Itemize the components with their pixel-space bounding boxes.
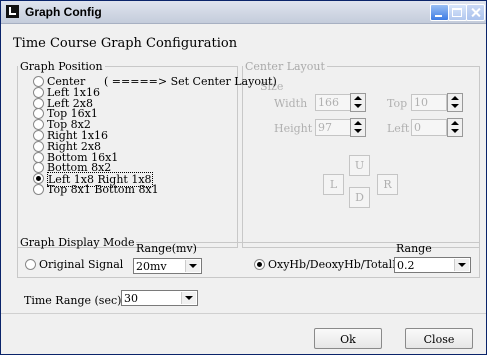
display-mode-legend: Graph Display Mode: [20, 236, 135, 249]
range-mv-select[interactable]: 20mv: [133, 258, 202, 274]
divider: [1, 313, 486, 314]
dialog-heading: Time Course Graph Configuration: [13, 36, 238, 51]
radio-circle: [33, 86, 44, 98]
radio-circle: [33, 97, 44, 109]
move-up-button[interactable]: U: [349, 155, 370, 176]
radio-circle: [33, 151, 44, 163]
width-label: Width: [274, 97, 308, 110]
range-mv-label: Range(mv): [136, 242, 197, 255]
range-label: Range: [396, 242, 432, 255]
chevron-down-icon: [185, 260, 200, 272]
time-range-value: 30: [124, 292, 138, 305]
width-input[interactable]: 166: [315, 94, 351, 111]
radio-circle: [33, 140, 44, 152]
center-layout-note: ( =====> Set Center Layout): [104, 75, 277, 88]
close-window-button[interactable]: [466, 4, 485, 21]
left-label: Left: [387, 122, 410, 135]
chevron-down-icon: [181, 292, 196, 304]
radio-label: Original Signal: [39, 258, 124, 271]
height-label: Height: [274, 122, 313, 135]
left-spinner[interactable]: [447, 118, 463, 137]
move-left-button[interactable]: L: [323, 174, 344, 195]
width-spinner[interactable]: [350, 93, 366, 112]
radio-circle: [33, 184, 44, 195]
radio-circle: [254, 259, 265, 270]
range-mv-value: 20mv: [136, 260, 167, 273]
range-select[interactable]: 0.2: [394, 257, 471, 273]
title-bar[interactable]: Graph Config: [1, 1, 486, 24]
time-range-label: Time Range (sec): [24, 294, 122, 307]
window-title: Graph Config: [25, 5, 102, 19]
app-icon: [6, 5, 19, 18]
chevron-down-icon: [454, 259, 469, 271]
time-range-select[interactable]: 30: [121, 290, 198, 306]
height-input[interactable]: 97: [315, 119, 351, 136]
dialog-body: Time Course Graph Configuration Graph Po…: [1, 24, 486, 354]
radio-label: OxyHb/DeoxyHb/TotalHb: [268, 258, 409, 271]
height-spinner[interactable]: [350, 118, 366, 137]
top-input[interactable]: 10: [411, 94, 447, 111]
ok-button[interactable]: Ok: [314, 328, 382, 349]
close-button[interactable]: Close: [405, 328, 473, 349]
radio-label: Top 8x1 Bottom 8x1: [47, 183, 159, 196]
top-spinner[interactable]: [447, 93, 463, 112]
radio-circle: [25, 259, 36, 270]
graph-position-legend: Graph Position: [20, 60, 103, 73]
radio-circle: [33, 130, 44, 141]
center-layout-legend: Center Layout: [245, 60, 325, 73]
top-label: Top: [387, 97, 408, 110]
minimize-button[interactable]: [430, 4, 449, 21]
move-down-button[interactable]: D: [349, 187, 370, 208]
left-input[interactable]: 0: [411, 119, 447, 136]
move-right-button[interactable]: R: [377, 174, 398, 195]
radio-circle: [33, 76, 44, 87]
maximize-button[interactable]: [448, 4, 467, 21]
range-value: 0.2: [397, 259, 415, 272]
graph-config-window: Graph Config Time Course Graph Configura…: [0, 0, 487, 355]
